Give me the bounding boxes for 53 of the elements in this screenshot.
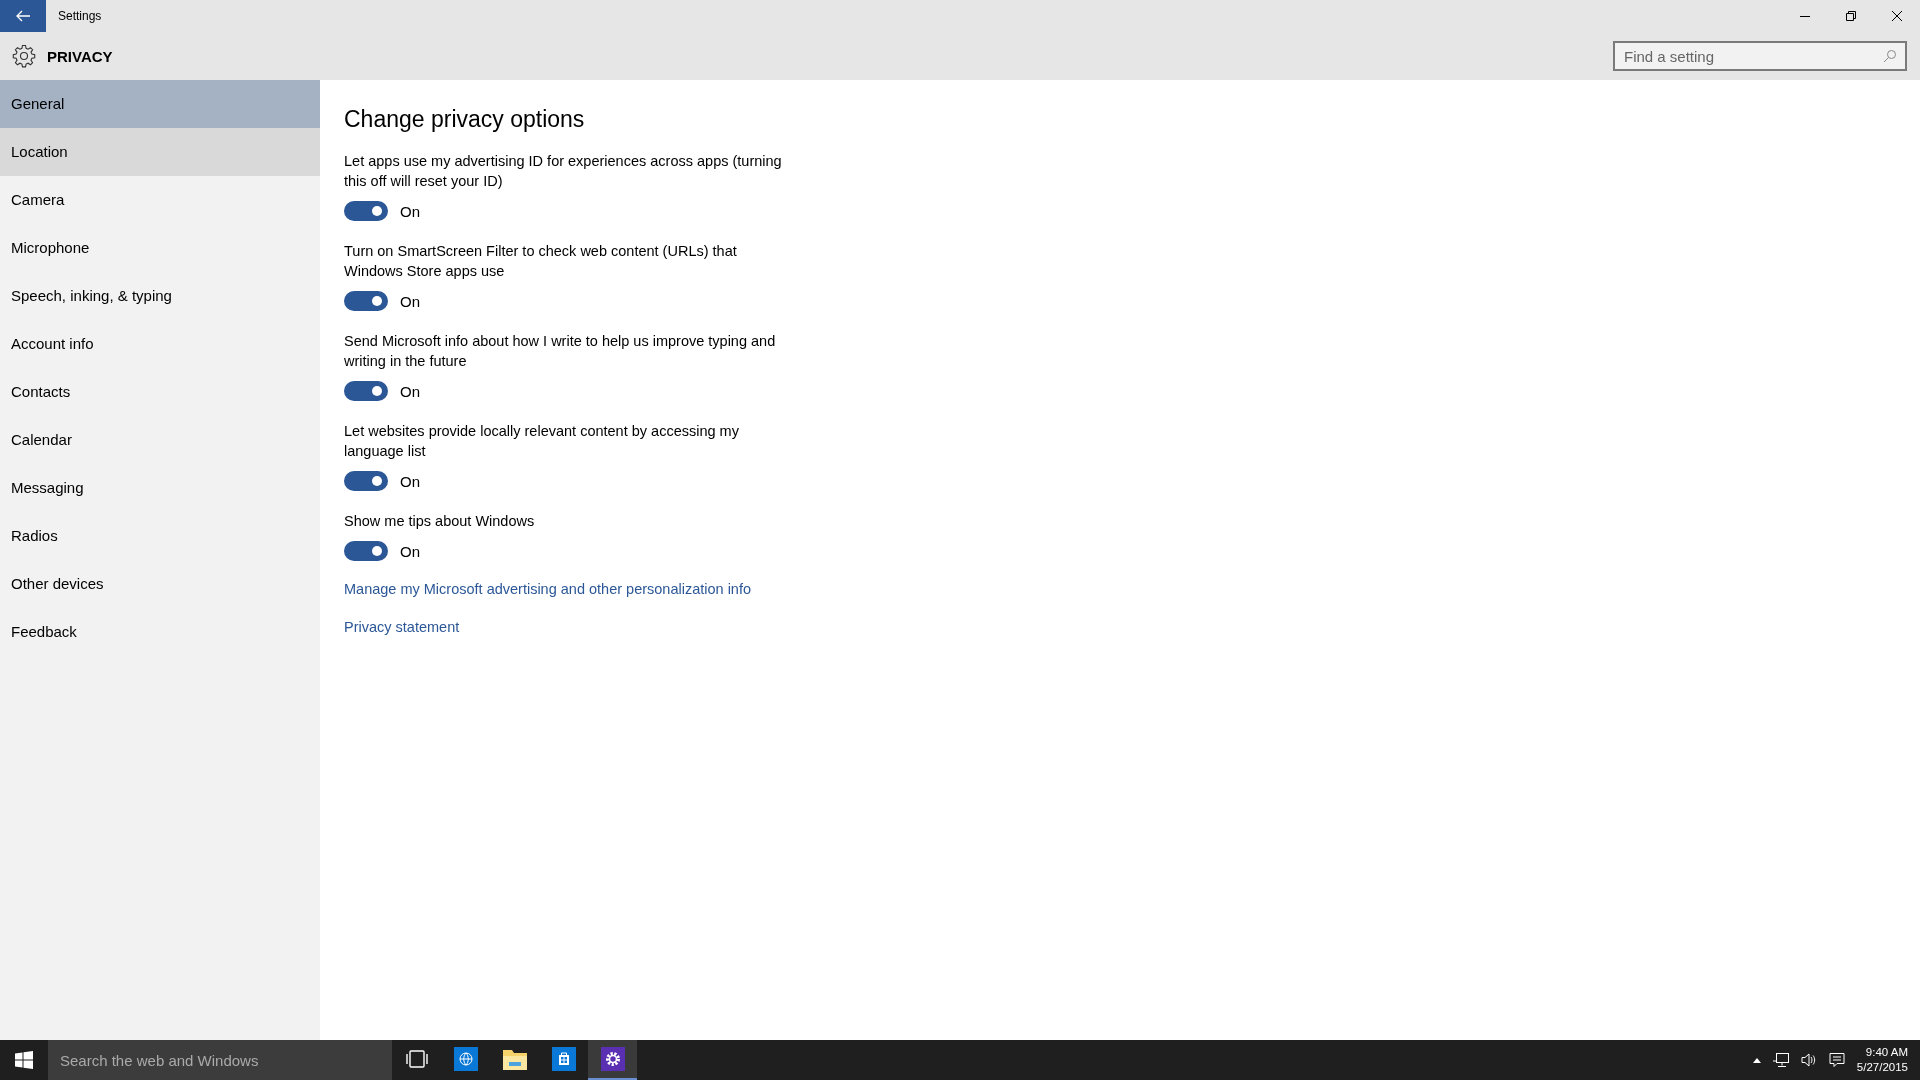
sidebar-item[interactable]: Account info — [0, 320, 320, 368]
windows-logo-icon — [15, 1051, 33, 1069]
toggle-state-label: On — [400, 292, 420, 310]
sidebar-item[interactable]: Microphone — [0, 224, 320, 272]
link[interactable]: Manage my Microsoft advertising and other personalization info — [344, 581, 752, 597]
sidebar-item[interactable]: Camera — [0, 176, 320, 224]
clock-date[interactable]: 5/27/2015 — [1856, 1060, 1908, 1075]
sidebar-item[interactable]: Messaging — [0, 464, 320, 512]
folder-icon — [502, 1048, 527, 1070]
network-icon[interactable] — [1772, 1052, 1789, 1068]
search-field[interactable]: Find a setting — [1613, 41, 1907, 71]
sidebar-item[interactable]: Other devices — [0, 560, 320, 608]
toggle-state-label: On — [400, 382, 420, 400]
task-view-icon — [404, 1050, 429, 1068]
toggle-switch[interactable] — [344, 541, 388, 561]
toggle-state-label: On — [400, 542, 420, 560]
option-description: Let websites provide locally relevant content by accessing my language list — [344, 422, 740, 461]
sidebar-item[interactable]: Location — [0, 128, 320, 176]
back-arrow-icon — [16, 10, 30, 22]
settings-taskbar-button[interactable] — [588, 1040, 637, 1080]
gear-icon — [600, 1047, 625, 1071]
toggle-switch[interactable] — [344, 471, 388, 491]
message-icon[interactable] — [1828, 1052, 1845, 1068]
sidebar-item[interactable]: Speech, inking, & typing — [0, 272, 320, 320]
restore-icon — [1846, 11, 1856, 21]
option-description: Show me tips about Windows — [344, 512, 536, 531]
section-heading: Change privacy options — [344, 106, 586, 133]
speaker-icon[interactable] — [1800, 1052, 1817, 1068]
toggle-state-label: On — [400, 472, 420, 490]
toggle-switch[interactable] — [344, 201, 388, 221]
option-description: Let apps use my advertising ID for experiences across apps (turning this off will reset your ID) — [344, 152, 783, 191]
caret-up-icon[interactable] — [1752, 1057, 1761, 1063]
taskbar-search-field[interactable]: Search the web and Windows — [48, 1040, 392, 1080]
sidebar-item[interactable]: Radios — [0, 512, 320, 560]
option-description: Turn on SmartScreen Filter to check web content (URLs) that Windows Store apps use — [344, 242, 738, 281]
shopping-bag-icon — [551, 1047, 576, 1071]
window-title: Settings — [58, 9, 103, 23]
sidebar-item[interactable]: General — [0, 80, 320, 128]
close-icon — [1892, 11, 1902, 21]
clock-time[interactable]: 9:40 AM — [1865, 1045, 1908, 1060]
sidebar-item[interactable]: Calendar — [0, 416, 320, 464]
search-icon — [1883, 49, 1897, 63]
toggle-switch[interactable] — [344, 291, 388, 311]
toggle-state-label: On — [400, 202, 420, 220]
toggle-switch[interactable] — [344, 381, 388, 401]
back-button[interactable] — [0, 0, 46, 32]
sidebar-item[interactable]: Contacts — [0, 368, 320, 416]
sidebar-item[interactable]: Feedback — [0, 608, 320, 656]
globe-icon — [453, 1047, 478, 1071]
page-title: PRIVACY — [47, 47, 114, 65]
settings-icon — [12, 44, 36, 68]
option-description: Send Microsoft info about how I write to help us improve typing and writing in the future — [344, 332, 777, 371]
link[interactable]: Privacy statement — [344, 619, 460, 635]
